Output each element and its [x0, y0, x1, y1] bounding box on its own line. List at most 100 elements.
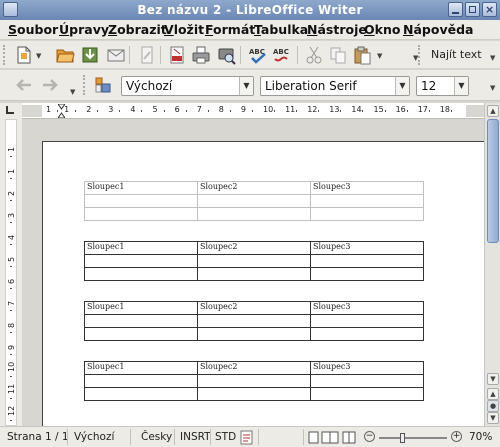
cut-icon[interactable] [304, 45, 324, 65]
status-selection-mode[interactable]: STD [215, 431, 236, 443]
chevron-down-icon[interactable]: ▼ [395, 77, 409, 95]
status-page-style[interactable]: Výchozí [74, 431, 114, 443]
table-header-cell[interactable]: Sloupec3 [310, 241, 424, 255]
zoom-out-icon[interactable]: − [364, 431, 375, 442]
table-cell[interactable] [197, 374, 311, 388]
table-cell[interactable] [197, 327, 311, 341]
chevron-down-icon[interactable]: ▼ [239, 77, 253, 95]
table-cell[interactable] [84, 267, 198, 281]
forward-arrow-icon[interactable] [40, 75, 60, 95]
table-cell[interactable] [310, 314, 424, 328]
autospellcheck-icon[interactable]: ABC [272, 45, 292, 65]
copy-icon[interactable] [328, 45, 348, 65]
table-cell[interactable] [310, 387, 424, 401]
table-header-cell[interactable]: Sloupec1 [84, 181, 198, 195]
menu-okno[interactable]: Okno [364, 22, 400, 37]
zoom-in-icon[interactable]: + [451, 431, 462, 442]
new-dropdown-icon[interactable]: ▼ [36, 52, 41, 60]
paste-icon[interactable] [352, 45, 372, 65]
print-preview-icon[interactable] [216, 45, 236, 65]
vertical-scrollbar[interactable]: ▲ ▼ ▲ ● ▼ [484, 103, 500, 426]
font-name-select[interactable]: Liberation Serif ▼ [260, 76, 410, 96]
toolbar2-overflow-icon[interactable]: ▼ [490, 84, 495, 92]
table-cell[interactable] [84, 327, 198, 341]
table-header-cell[interactable]: Sloupec2 [197, 241, 311, 255]
edit-file-icon[interactable] [137, 45, 157, 65]
find-text-button[interactable]: Najít text [431, 48, 482, 61]
menu-format[interactable]: Formát [205, 22, 255, 37]
table-header-cell[interactable]: Sloupec3 [310, 361, 424, 375]
zoom-level[interactable]: 70% [469, 431, 492, 443]
table-header-cell[interactable]: Sloupec2 [197, 301, 311, 315]
view-layout-icons[interactable] [308, 431, 358, 444]
status-insert-mode[interactable]: INSRT [180, 431, 211, 443]
minimize-icon[interactable] [448, 2, 463, 17]
table-cell[interactable] [310, 194, 424, 208]
document-page[interactable]: Sloupec1 Sloupec2 Sloupec3 Sloupec1 Sloupec2… [42, 141, 484, 426]
table-cell[interactable] [84, 387, 198, 401]
table-header-cell[interactable]: Sloupec1 [84, 361, 198, 375]
menu-napoveda[interactable]: Nápověda [403, 22, 473, 37]
scroll-down-icon[interactable]: ▼ [487, 373, 499, 385]
table-cell[interactable] [310, 267, 424, 281]
email-icon[interactable] [106, 45, 126, 65]
open-icon[interactable] [55, 45, 75, 65]
table-cell[interactable] [197, 387, 311, 401]
export-pdf-icon[interactable] [167, 45, 187, 65]
styles-formatting-icon[interactable] [93, 75, 113, 95]
menu-vlozit[interactable]: Vložit [164, 22, 204, 37]
previous-page-icon[interactable]: ▲ [487, 388, 499, 400]
font-size-select[interactable]: 12 ▼ [416, 76, 469, 96]
new-document-icon[interactable] [14, 45, 34, 65]
table-header-cell[interactable]: Sloupec3 [310, 301, 424, 315]
menu-zobrazit[interactable]: Zobrazit [108, 22, 167, 37]
menu-soubor[interactable]: Soubor [8, 22, 58, 37]
table-header-cell[interactable]: Sloupec3 [310, 181, 424, 195]
table-cell[interactable] [310, 374, 424, 388]
table-cell[interactable] [84, 374, 198, 388]
chevron-down-icon[interactable]: ▼ [454, 77, 468, 95]
table-header-cell[interactable]: Sloupec2 [197, 181, 311, 195]
zoom-slider-knob[interactable] [400, 433, 405, 443]
paragraph-style-select[interactable]: Výchozí ▼ [121, 76, 254, 96]
table-cell[interactable] [197, 207, 311, 221]
back-arrow-icon[interactable] [14, 75, 34, 95]
table-cell[interactable] [197, 267, 311, 281]
spellcheck-icon[interactable]: ABC [248, 45, 268, 65]
table-header-cell[interactable]: Sloupec1 [84, 301, 198, 315]
document-table[interactable]: Sloupec1 Sloupec2 Sloupec3 [84, 301, 424, 341]
status-language[interactable]: Česky [141, 431, 172, 443]
document-table[interactable]: Sloupec1 Sloupec2 Sloupec3 [84, 241, 424, 281]
scroll-up-icon[interactable]: ▲ [487, 105, 499, 117]
toolbar-grip[interactable] [83, 75, 85, 95]
table-cell[interactable] [310, 327, 424, 341]
menu-upravy[interactable]: Úpravy [59, 22, 109, 37]
paste-dropdown-icon[interactable]: ▼ [377, 52, 382, 60]
vertical-ruler[interactable]: 1 1 2 3 4 5 6 7 8 9 10 11 12 [0, 119, 22, 426]
save-icon[interactable] [80, 45, 100, 65]
toolbar-grip[interactable] [3, 45, 7, 65]
table-cell[interactable] [310, 254, 424, 268]
horizontal-ruler[interactable]: 1 1 2 3 4 5 6 7 8 9 10 11 12 13 14 15 16 17 18 [22, 103, 484, 119]
close-icon[interactable]: × [482, 2, 497, 17]
menu-nastroje[interactable]: Nástroje [307, 22, 367, 37]
table-cell[interactable] [197, 254, 311, 268]
scrollbar-thumb[interactable] [487, 119, 499, 243]
document-table[interactable]: Sloupec1 Sloupec2 Sloupec3 [84, 181, 424, 221]
table-cell[interactable] [197, 314, 311, 328]
document-signature-icon[interactable] [240, 430, 253, 445]
document-area[interactable]: Sloupec1 Sloupec2 Sloupec3 Sloupec1 Sloupec2… [22, 119, 484, 426]
toolbar1-overflow-icon[interactable]: ▼ [413, 54, 418, 62]
menu-tabulka[interactable]: Tabulka [254, 22, 308, 37]
navigator-icon[interactable]: ● [487, 400, 499, 412]
nav-dropdown-icon[interactable]: ▼ [70, 88, 75, 96]
document-table[interactable]: Sloupec1 Sloupec2 Sloupec3 [84, 361, 424, 401]
print-icon[interactable] [191, 45, 211, 65]
table-header-cell[interactable]: Sloupec1 [84, 241, 198, 255]
table-header-cell[interactable]: Sloupec2 [197, 361, 311, 375]
next-page-icon[interactable]: ▼ [487, 412, 499, 424]
zoom-slider[interactable] [379, 433, 447, 443]
toolbar-overflow-icon[interactable]: ▼ [490, 54, 495, 62]
table-cell[interactable] [84, 254, 198, 268]
tab-stop-type-icon[interactable] [6, 106, 14, 114]
